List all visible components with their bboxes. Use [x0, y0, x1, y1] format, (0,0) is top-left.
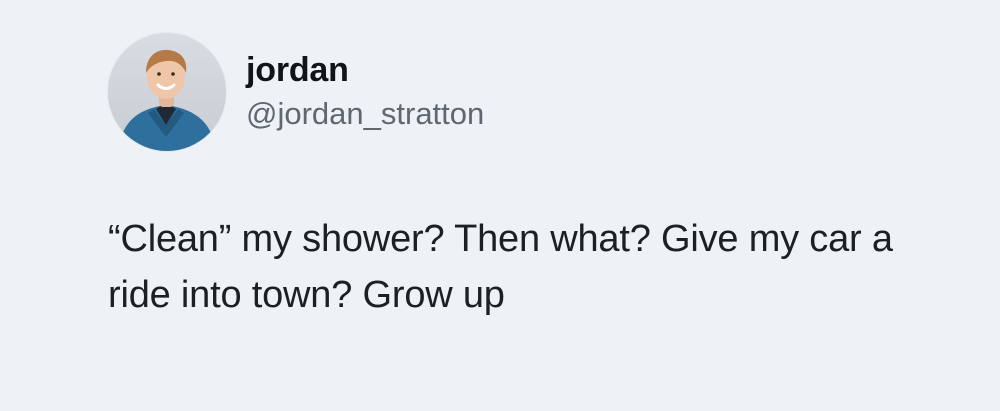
- avatar[interactable]: [108, 33, 226, 151]
- tweet-card: jordan @jordan_stratton “Clean” my showe…: [108, 33, 968, 323]
- tweet-screenshot: jordan @jordan_stratton “Clean” my showe…: [0, 0, 1000, 411]
- user-handle[interactable]: @jordan_stratton: [246, 94, 484, 134]
- author-names: jordan @jordan_stratton: [246, 50, 484, 134]
- tweet-text: “Clean” my shower? Then what? Give my ca…: [108, 218, 893, 316]
- display-name[interactable]: jordan: [246, 50, 484, 90]
- profile-photo-icon: [108, 33, 226, 151]
- tweet-header: jordan @jordan_stratton: [108, 33, 968, 151]
